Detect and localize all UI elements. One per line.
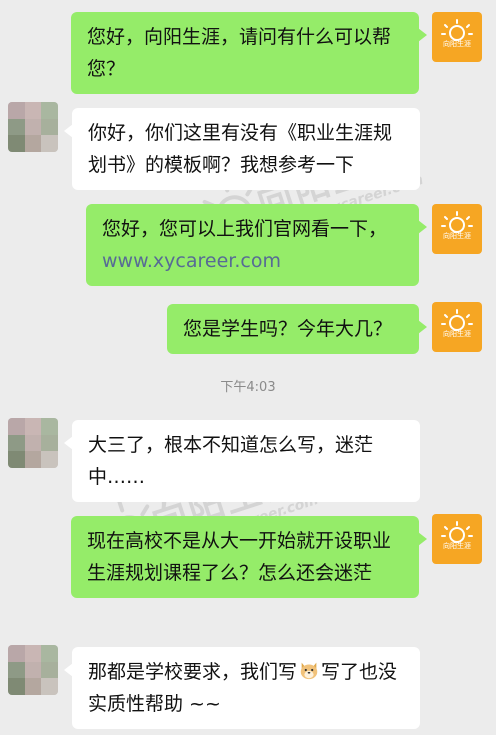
message-bubble-incoming[interactable]: 那都是学校要求，我们写 写了也没实质性帮助 ~~	[64, 647, 420, 729]
message-text: 你好，你们这里有没有《职业生涯规划书》的模板啊？我想参考一下	[88, 122, 393, 176]
message-text: 您好，向阳生涯，请问有什么可以帮您？	[87, 26, 392, 80]
sun-logo-icon	[441, 211, 473, 233]
user-avatar[interactable]	[8, 418, 58, 468]
message-text: 大三了，根本不知道怎么写，迷茫中……	[88, 434, 374, 488]
message-text: 您是学生吗？今年大几？	[183, 318, 393, 340]
sun-logo-icon	[441, 521, 473, 543]
brand-avatar-label: 向阳生涯	[443, 40, 471, 48]
user-avatar[interactable]	[8, 102, 58, 152]
message-timestamp: 下午4:03	[220, 380, 276, 395]
message-text: 您好，您可以上我们官网看一下，	[102, 218, 388, 240]
message-text: 那都是学校要求，我们写	[88, 661, 298, 683]
message-bubble-incoming[interactable]: 你好，你们这里有没有《职业生涯规划书》的模板啊？我想参考一下	[64, 108, 420, 190]
chat-window[interactable]: 向阳生涯 xycareer.com 向阳生涯 xycareer.com 您好，向…	[0, 0, 496, 735]
brand-avatar-label: 向阳生涯	[443, 542, 471, 550]
message-bubble-incoming[interactable]: 大三了，根本不知道怎么写，迷茫中……	[64, 420, 420, 502]
message-bubble-outgoing[interactable]: 您好，您可以上我们官网看一下， www.xycareer.com	[86, 204, 427, 286]
brand-avatar[interactable]: 向阳生涯	[432, 302, 482, 352]
message-bubble-outgoing[interactable]: 您好，向阳生涯，请问有什么可以帮您？	[71, 12, 427, 94]
brand-avatar[interactable]: 向阳生涯	[432, 514, 482, 564]
sun-logo-icon	[441, 309, 473, 331]
website-link[interactable]: www.xycareer.com	[102, 245, 405, 277]
user-avatar[interactable]	[8, 645, 58, 695]
sun-logo-icon	[441, 19, 473, 41]
doge-face-icon	[300, 662, 318, 680]
message-bubble-outgoing[interactable]: 现在高校不是从大一开始就开设职业生涯规划课程了么？怎么还会迷茫	[71, 516, 427, 598]
brand-avatar[interactable]: 向阳生涯	[432, 204, 482, 254]
message-bubble-outgoing[interactable]: 您是学生吗？今年大几？	[167, 304, 427, 354]
message-text: 现在高校不是从大一开始就开设职业生涯规划课程了么？怎么还会迷茫	[87, 530, 392, 584]
brand-avatar-label: 向阳生涯	[443, 232, 471, 240]
brand-avatar-label: 向阳生涯	[443, 330, 471, 338]
brand-avatar[interactable]: 向阳生涯	[432, 12, 482, 62]
